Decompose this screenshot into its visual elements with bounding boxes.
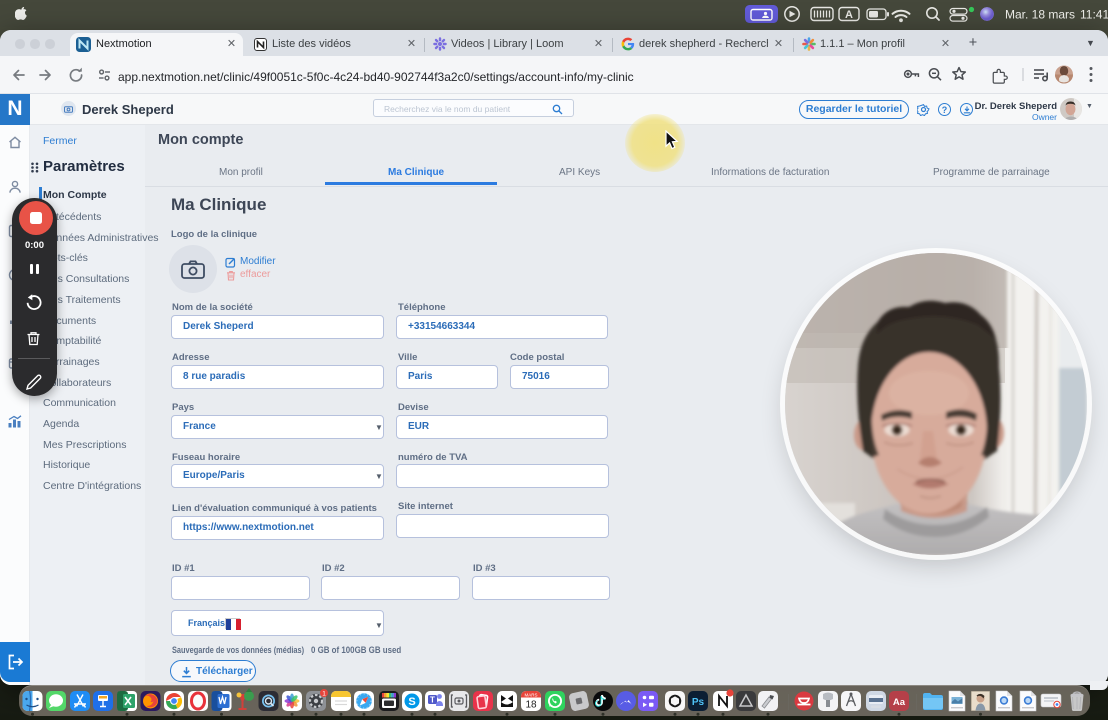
svg-text:1: 1 [322,690,326,697]
svg-text:S: S [408,696,415,708]
svg-text:Mar. 18 mars: Mar. 18 mars [1005,8,1075,22]
svg-text:T: T [430,696,435,705]
svg-text:A: A [845,9,853,21]
svg-text:11:41: 11:41 [1080,8,1108,22]
svg-text:Aa: Aa [893,697,906,708]
svg-text:MARS: MARS [524,693,537,698]
svg-text:18: 18 [525,700,537,711]
svg-text:Ps: Ps [692,697,705,708]
